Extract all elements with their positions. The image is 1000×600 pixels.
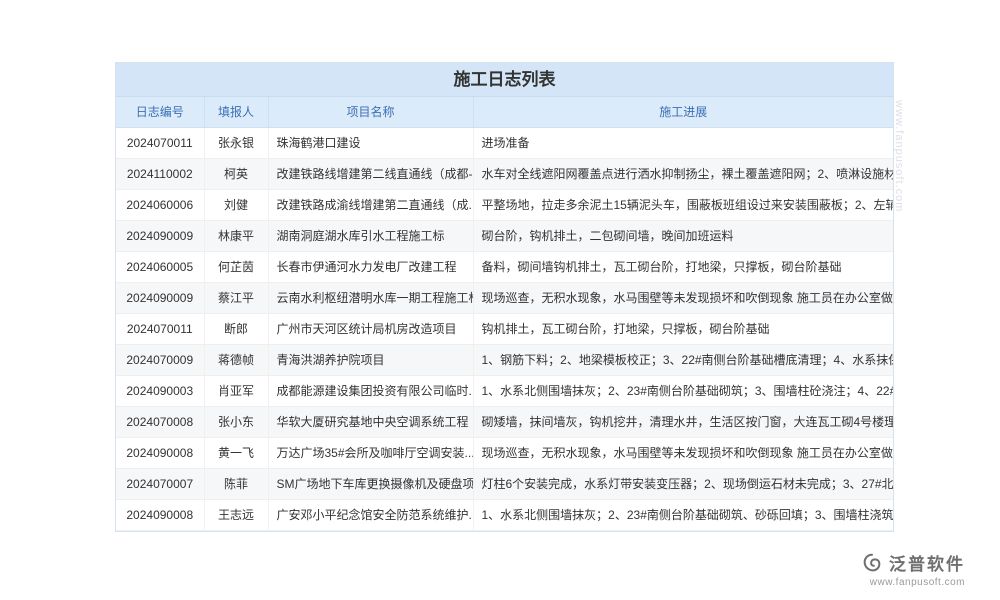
brand-watermark: 泛普软件 www.fanpusoft.com — [861, 550, 965, 588]
cell-project[interactable]: 华软大厦研究基地中央空调系统工程 — [268, 406, 473, 437]
cell-reporter[interactable]: 蒋德帧 — [204, 344, 268, 375]
cell-project[interactable]: 青海洪湖养护院项目 — [268, 344, 473, 375]
cell-project[interactable]: 珠海鹤港口建设 — [268, 127, 473, 158]
table-header-row: 日志编号 填报人 项目名称 施工进展 — [116, 97, 893, 127]
cell-id[interactable]: 2024070007 — [116, 468, 204, 499]
table-row: 2024070009蒋德帧青海洪湖养护院项目1、钢筋下料；2、地梁模板校正；3、… — [116, 344, 893, 375]
cell-id[interactable]: 2024060005 — [116, 251, 204, 282]
cell-progress: 平整场地，拉走多余泥土15辆泥头车，围蔽板班组设过来安装围蔽板；2、左辅道... — [473, 189, 893, 220]
cell-id[interactable]: 2024090008 — [116, 437, 204, 468]
cell-id[interactable]: 2024070008 — [116, 406, 204, 437]
cell-reporter[interactable]: 张小东 — [204, 406, 268, 437]
cell-progress: 水车对全线遮阳网覆盖点进行洒水抑制扬尘，裸土覆盖遮阳网；2、喷淋设施材料... — [473, 158, 893, 189]
cell-project[interactable]: 改建铁路线增建第二线直通线（成都-... — [268, 158, 473, 189]
construction-log-panel: 施工日志列表 日志编号 填报人 项目名称 施工进展 2024070011张永银珠… — [115, 62, 894, 532]
table-row: 2024070011张永银珠海鹤港口建设进场准备 — [116, 127, 893, 158]
table-row: 2024070007陈菲SM广场地下车库更换摄像机及硬盘项目灯柱6个安装完成，水… — [116, 468, 893, 499]
cell-id[interactable]: 2024070011 — [116, 313, 204, 344]
cell-progress: 灯柱6个安装完成，水系灯带安装变压器；2、现场倒运石材未完成；3、27#北侧..… — [473, 468, 893, 499]
cell-project[interactable]: 万达广场35#会所及咖啡厅空调安装... — [268, 437, 473, 468]
cell-reporter[interactable]: 张永银 — [204, 127, 268, 158]
cell-id[interactable]: 2024060006 — [116, 189, 204, 220]
table-row: 2024090008王志远广安邓小平纪念馆安全防范系统维护...1、水系北侧围墙… — [116, 499, 893, 530]
column-header-project-name[interactable]: 项目名称 — [268, 97, 473, 127]
construction-log-table: 日志编号 填报人 项目名称 施工进展 2024070011张永银珠海鹤港口建设进… — [116, 97, 893, 531]
cell-progress: 1、钢筋下料；2、地梁模板校正；3、22#南侧台阶基础槽底清理；4、水系抹保..… — [473, 344, 893, 375]
cell-id[interactable]: 2024070011 — [116, 127, 204, 158]
brand-name: 泛普软件 — [889, 550, 965, 575]
cell-project[interactable]: 云南水利枢纽潜明水库一期工程施工标 — [268, 282, 473, 313]
column-header-progress[interactable]: 施工进展 — [473, 97, 893, 127]
fanpu-logo-icon — [861, 552, 883, 574]
side-watermark: www.fanpusoft.com — [893, 100, 905, 212]
cell-project[interactable]: 广安邓小平纪念馆安全防范系统维护... — [268, 499, 473, 530]
log-table-body: 2024070011张永银珠海鹤港口建设进场准备2024110002柯英改建铁路… — [116, 127, 893, 530]
table-row: 2024060006刘健改建铁路成渝线增建第二直通线（成...平整场地，拉走多余… — [116, 189, 893, 220]
cell-progress: 钩机排土，瓦工砌台阶，打地梁，只撑板，砌台阶基础 — [473, 313, 893, 344]
cell-reporter[interactable]: 陈菲 — [204, 468, 268, 499]
cell-reporter[interactable]: 王志远 — [204, 499, 268, 530]
cell-progress: 1、水系北侧围墙抹灰；2、23#南侧台阶基础砌筑；3、围墙柱砼浇注；4、22#.… — [473, 375, 893, 406]
table-row: 2024070011断郎广州市天河区统计局机房改造项目钩机排土，瓦工砌台阶，打地… — [116, 313, 893, 344]
cell-id[interactable]: 2024090009 — [116, 220, 204, 251]
cell-project[interactable]: 长春市伊通河水力发电厂改建工程 — [268, 251, 473, 282]
cell-reporter[interactable]: 柯英 — [204, 158, 268, 189]
table-row: 2024090009蔡江平云南水利枢纽潜明水库一期工程施工标现场巡查，无积水现象… — [116, 282, 893, 313]
cell-project[interactable]: 成都能源建设集团投资有限公司临时... — [268, 375, 473, 406]
cell-id[interactable]: 2024090003 — [116, 375, 204, 406]
column-header-log-id[interactable]: 日志编号 — [116, 97, 204, 127]
cell-reporter[interactable]: 蔡江平 — [204, 282, 268, 313]
cell-id[interactable]: 2024090009 — [116, 282, 204, 313]
cell-reporter[interactable]: 黄一飞 — [204, 437, 268, 468]
cell-project[interactable]: 湖南洞庭湖水库引水工程施工标 — [268, 220, 473, 251]
cell-progress: 进场准备 — [473, 127, 893, 158]
cell-reporter[interactable]: 肖亚军 — [204, 375, 268, 406]
cell-reporter[interactable]: 断郎 — [204, 313, 268, 344]
cell-id[interactable]: 2024090008 — [116, 499, 204, 530]
cell-reporter[interactable]: 刘健 — [204, 189, 268, 220]
table-row: 2024070008张小东华软大厦研究基地中央空调系统工程砌矮墙，抹间墙灰，钩机… — [116, 406, 893, 437]
table-row: 2024090003肖亚军成都能源建设集团投资有限公司临时...1、水系北侧围墙… — [116, 375, 893, 406]
cell-project[interactable]: 广州市天河区统计局机房改造项目 — [268, 313, 473, 344]
table-row: 2024060005何芷茵长春市伊通河水力发电厂改建工程备料，砌间墙钩机排土，瓦… — [116, 251, 893, 282]
table-row: 2024090009林康平湖南洞庭湖水库引水工程施工标砌台阶，钩机排土，二包砌间… — [116, 220, 893, 251]
brand-url: www.fanpusoft.com — [861, 577, 965, 588]
cell-progress: 砌台阶，钩机排土，二包砌间墙，晚间加班运料 — [473, 220, 893, 251]
cell-progress: 现场巡查，无积水现象，水马围壁等未发现损坏和吹倒现象 施工员在办公室做内... — [473, 437, 893, 468]
cell-progress: 1、水系北侧围墙抹灰；2、23#南侧台阶基础砌筑、砂砾回填；3、围墙柱浇筑1..… — [473, 499, 893, 530]
cell-id[interactable]: 2024110002 — [116, 158, 204, 189]
table-row: 2024110002柯英改建铁路线增建第二线直通线（成都-...水车对全线遮阳网… — [116, 158, 893, 189]
cell-project[interactable]: SM广场地下车库更换摄像机及硬盘项目 — [268, 468, 473, 499]
cell-progress: 现场巡查，无积水现象，水马围壁等未发现损坏和吹倒现象 施工员在办公室做内... — [473, 282, 893, 313]
cell-id[interactable]: 2024070009 — [116, 344, 204, 375]
cell-reporter[interactable]: 林康平 — [204, 220, 268, 251]
cell-reporter[interactable]: 何芷茵 — [204, 251, 268, 282]
table-row: 2024090008黄一飞万达广场35#会所及咖啡厅空调安装...现场巡查，无积… — [116, 437, 893, 468]
cell-progress: 备料，砌间墙钩机排土，瓦工砌台阶，打地梁，只撑板，砌台阶基础 — [473, 251, 893, 282]
cell-project[interactable]: 改建铁路成渝线增建第二直通线（成... — [268, 189, 473, 220]
column-header-reporter[interactable]: 填报人 — [204, 97, 268, 127]
page-title: 施工日志列表 — [116, 63, 893, 97]
cell-progress: 砌矮墙，抹间墙灰，钩机挖井，清理水井，生活区按门窗，大连瓦工砌4号楼理石板 — [473, 406, 893, 437]
